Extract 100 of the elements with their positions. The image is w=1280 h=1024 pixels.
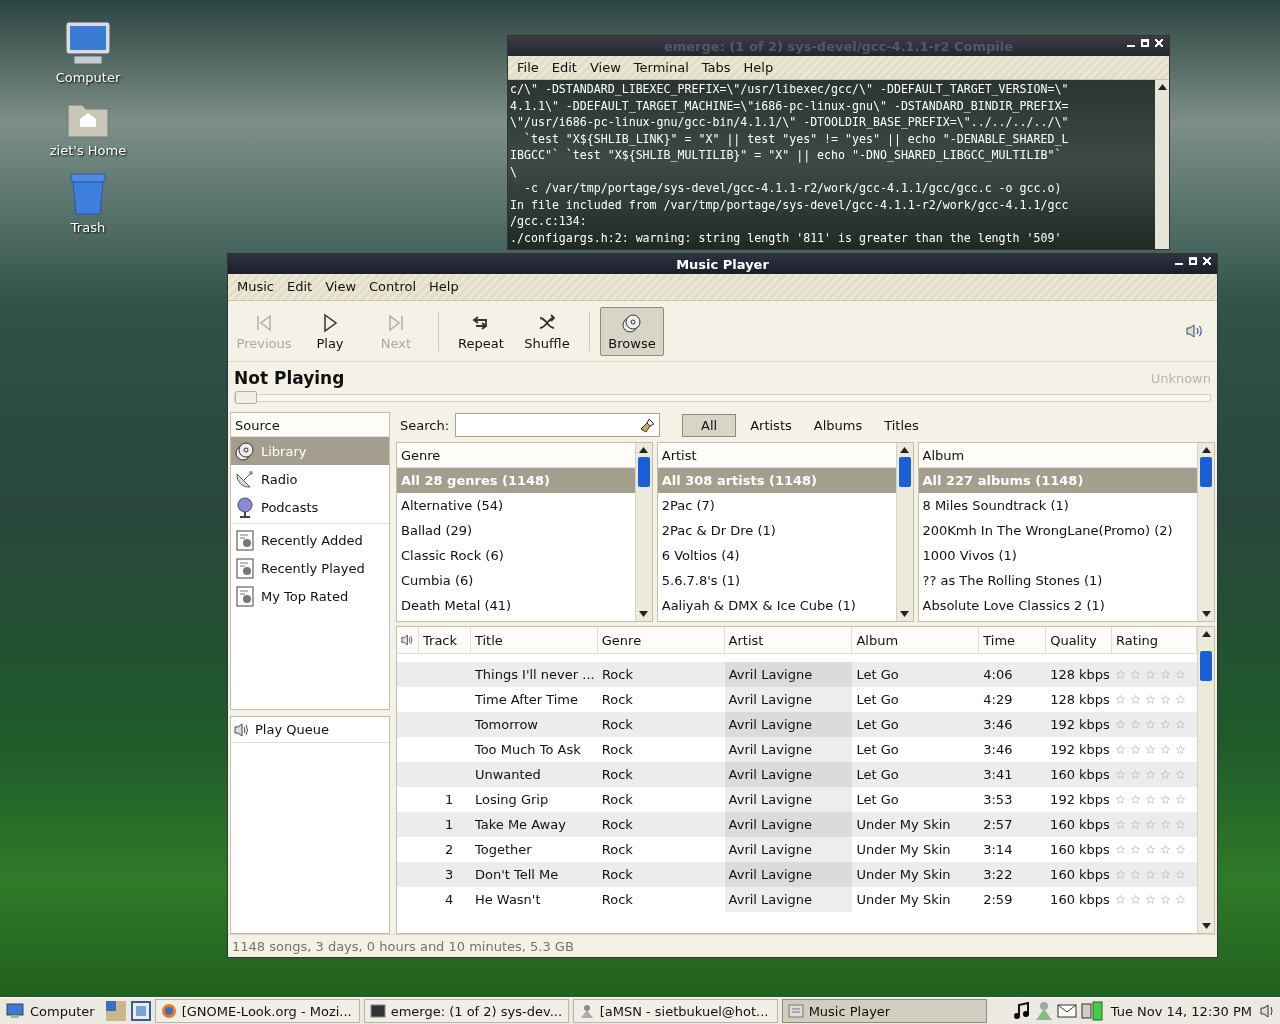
terminal-line: \ <box>510 163 518 180</box>
browser-item[interactable]: Cumbia (6) <box>397 568 635 593</box>
browser-item[interactable]: Ballad (29) <box>397 518 635 543</box>
play-queue-label[interactable]: Play Queue <box>255 722 329 737</box>
scroll-up-icon[interactable] <box>1201 631 1211 637</box>
table-cell-text: 192 kbps <box>1049 716 1111 734</box>
browser-item[interactable]: Absolute Love Classics 2 (1) <box>918 593 1197 618</box>
scrollbar[interactable] <box>1197 627 1214 933</box>
filter-tab[interactable]: All <box>682 413 737 437</box>
close-button[interactable] <box>1155 39 1163 47</box>
scrollbar[interactable] <box>1197 443 1214 621</box>
taskbar-button[interactable]: [aMSN - sietbukuel@hot... <box>572 999 778 1023</box>
scrollbar-thumb[interactable] <box>898 457 911 487</box>
browser-item[interactable]: 2Pac (7) <box>657 493 896 518</box>
source-item[interactable]: Radio <box>231 465 389 493</box>
menu-item[interactable]: Help <box>424 277 464 296</box>
source-item[interactable]: Recently Played <box>231 554 389 582</box>
filter-tab[interactable]: Titles <box>876 413 927 437</box>
scrollbar[interactable] <box>895 443 913 621</box>
menu-item[interactable]: Music <box>232 277 279 296</box>
music-note-icon[interactable] <box>1012 1002 1031 1020</box>
scroll-up-icon[interactable] <box>900 447 909 453</box>
taskbar-button[interactable]: emerge: (1 of 2) sys-dev... <box>363 999 569 1023</box>
browser-item[interactable]: 2Pac & Dr Dre (1) <box>657 518 896 543</box>
scrollbar-thumb[interactable] <box>1200 457 1212 487</box>
scrollbar[interactable] <box>1155 80 1169 249</box>
browser-item[interactable]: ?? as The Rolling Stones (1) <box>918 568 1197 593</box>
menu-item[interactable]: Tabs <box>696 58 736 77</box>
menu-item[interactable]: File <box>512 58 544 77</box>
desktop-icon-label[interactable]: Computer <box>55 70 121 85</box>
maximize-button[interactable] <box>1141 39 1149 47</box>
desktop-icon-label[interactable]: ziet's Home <box>49 143 127 158</box>
now-playing-title: Not Playing <box>234 368 345 388</box>
column-header[interactable]: Artist <box>724 627 853 653</box>
scroll-down-icon[interactable] <box>639 611 649 617</box>
show-desktop-icon[interactable] <box>104 1000 127 1022</box>
menu-item[interactable]: View <box>584 58 626 77</box>
source-item[interactable]: My Top Rated <box>231 582 389 610</box>
column-header[interactable]: Album <box>918 443 1197 468</box>
computer-menu[interactable]: Computer <box>4 1003 101 1019</box>
browser-item[interactable]: 5.6.7.8's (1) <box>657 568 896 593</box>
table-cell-text: 160 kbps <box>1049 816 1111 834</box>
browser-item[interactable]: Alternative (54) <box>397 493 635 518</box>
scroll-up-icon[interactable] <box>639 447 649 453</box>
scrollbar-thumb[interactable] <box>637 457 650 487</box>
column-header[interactable]: Artist <box>657 443 896 468</box>
envelope-icon[interactable] <box>1056 1004 1077 1018</box>
column-header[interactable]: Title <box>470 627 598 653</box>
browser-item[interactable]: 8 Miles Soundtrack (1) <box>918 493 1197 518</box>
browser-item[interactable]: 1000 Vivos (1) <box>918 543 1197 568</box>
menu-item[interactable]: Edit <box>546 58 582 77</box>
table-cell-text: 3 <box>444 866 455 884</box>
taskbar-button[interactable]: Music Player <box>781 999 987 1023</box>
window-switcher-icon[interactable] <box>130 1001 151 1021</box>
column-header[interactable]: Source <box>231 413 389 437</box>
maximize-button[interactable] <box>1189 257 1197 265</box>
scrollbar[interactable] <box>634 443 652 621</box>
seek-slider[interactable] <box>234 394 1211 402</box>
scroll-up-icon[interactable] <box>1201 447 1211 453</box>
source-item[interactable]: Recently Added <box>231 526 389 554</box>
menu-item[interactable]: Help <box>738 58 779 77</box>
browser-item[interactable]: Aaliyah & DMX & Ice Cube (1) <box>657 593 896 618</box>
column-header[interactable]: Genre <box>397 443 635 468</box>
menu-item[interactable]: Edit <box>282 277 318 296</box>
battery-icon[interactable] <box>1080 1001 1103 1021</box>
scroll-down-icon[interactable] <box>1201 611 1211 617</box>
taskbar-button[interactable]: [GNOME-Look.org - Mozi... <box>154 999 360 1023</box>
source-item[interactable]: Podcasts <box>231 493 389 521</box>
scroll-down-icon[interactable] <box>1201 923 1211 929</box>
menu-item[interactable]: Control <box>364 277 422 296</box>
menu-item[interactable]: View <box>320 277 362 296</box>
scroll-down-icon[interactable] <box>900 611 909 617</box>
menu-item[interactable]: Terminal <box>628 58 694 77</box>
browser-item[interactable]: 6 Voltios (4) <box>657 543 896 568</box>
clear-brush-icon[interactable] <box>640 417 657 433</box>
column-header[interactable]: Time <box>979 627 1047 653</box>
desktop-icon-label[interactable]: Trash <box>70 220 106 235</box>
table-cell-text: Rock <box>600 891 634 909</box>
close-button[interactable] <box>1203 257 1211 265</box>
computer-icon[interactable] <box>64 20 112 66</box>
toolbar-button[interactable]: Shuffle <box>515 306 579 356</box>
volume-icon[interactable] <box>1185 323 1205 339</box>
toolbar-button[interactable]: Play <box>298 306 362 356</box>
column-header[interactable]: Quality <box>1046 627 1113 653</box>
browser-item[interactable]: 200Kmh In The WrongLane(Promo) (2) <box>918 518 1197 543</box>
column-header[interactable]: Album <box>852 627 980 653</box>
filter-tab[interactable]: Albums <box>805 413 871 437</box>
clock[interactable]: Tue Nov 14, 12:30 PM <box>1106 1003 1256 1019</box>
scrollbar-thumb[interactable] <box>1200 651 1212 681</box>
column-header[interactable]: Track <box>419 627 471 653</box>
toolbar-button[interactable]: Browse <box>600 306 664 356</box>
toolbar-button[interactable]: Repeat <box>449 306 513 356</box>
column-header[interactable]: Rating <box>1112 627 1197 653</box>
filter-tab[interactable]: Artists <box>742 413 800 437</box>
volume-icon[interactable] <box>1260 1003 1276 1019</box>
scroll-up-icon[interactable] <box>1157 84 1167 90</box>
browser-item[interactable]: Death Metal (41) <box>397 593 635 618</box>
browser-item[interactable]: Classic Rock (6) <box>397 543 635 568</box>
search-field[interactable] <box>455 413 661 437</box>
column-header[interactable]: Genre <box>597 627 725 653</box>
